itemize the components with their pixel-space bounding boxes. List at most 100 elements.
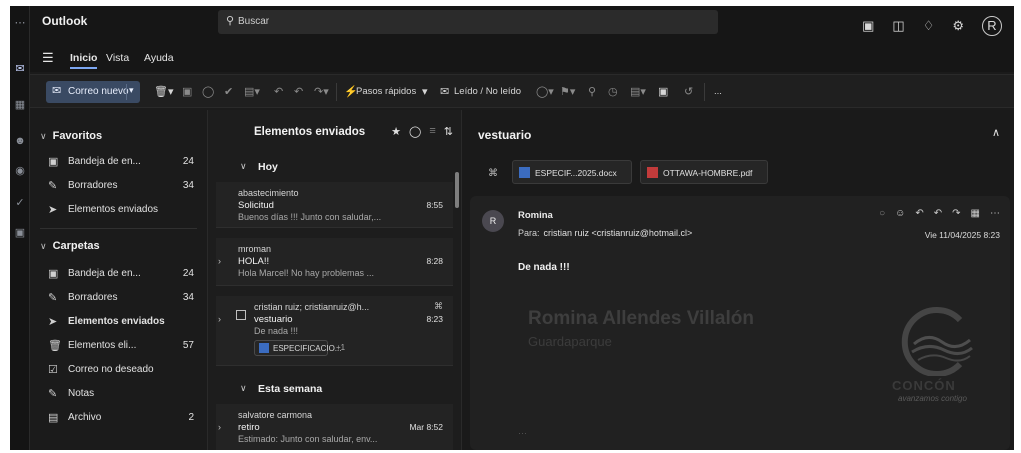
select-icon[interactable]: ◯ [409, 125, 421, 138]
chevron-up-icon[interactable]: ∧ [992, 126, 1000, 139]
attachment-more[interactable]: +1 [336, 343, 345, 352]
folder-label: Correo no deseado [68, 364, 154, 375]
sender-name[interactable]: Romina [518, 210, 553, 221]
app-title: Outlook [42, 14, 88, 28]
folder-inbox[interactable]: ▣ Bandeja de en... 24 [48, 266, 200, 284]
search-icon: ⚲ [226, 15, 235, 27]
report-icon[interactable]: ◯ [202, 85, 214, 98]
favorites-header[interactable]: ∨ Favoritos [40, 130, 102, 142]
app-launcher-icon[interactable]: ⋯ [13, 16, 27, 30]
reply-all-icon[interactable]: ↶ [934, 208, 942, 219]
tag-icon[interactable]: ◯▾ [536, 85, 554, 98]
undo-icon[interactable]: ↺ [684, 85, 693, 98]
new-mail-button[interactable]: ✉ Correo nuevo ▾ [46, 81, 140, 103]
email-body: De nada !!! [518, 262, 570, 273]
favorite-star-icon[interactable]: ★ [391, 125, 401, 138]
grid-icon[interactable]: ▦ [971, 208, 980, 219]
move-to-icon[interactable]: ▤▾ [244, 85, 260, 98]
folder-drafts[interactable]: ✎ Borradores 34 [48, 290, 200, 308]
email-subject: vestuario [478, 128, 532, 142]
apps-icon[interactable]: ▣ [13, 226, 27, 240]
chevron-down-icon[interactable]: ▾ [422, 85, 428, 98]
sort-icon[interactable]: ⇅ [444, 125, 453, 138]
group-this-week[interactable]: ∨ Esta semana [208, 378, 461, 400]
tab-vista[interactable]: Vista [106, 52, 129, 64]
folder-junk[interactable]: ☑ Correo no deseado [48, 362, 200, 380]
forward-icon[interactable]: ↷▾ [314, 85, 329, 98]
flag-icon[interactable]: ⚑▾ [560, 85, 575, 98]
chevron-down-icon: ∨ [240, 383, 247, 393]
settings-gear-icon[interactable]: ⚙ [952, 18, 964, 34]
emoji-icon[interactable]: ☺ [895, 208, 905, 219]
attachment-pdf[interactable]: OTTAWA-HOMBRE.pdf [640, 160, 768, 184]
to-label: Para: [518, 228, 540, 238]
folder-divider [40, 228, 197, 229]
search-placeholder[interactable]: Buscar [238, 16, 269, 27]
chevron-down-icon[interactable]: ▾ [129, 85, 134, 96]
message-sender: salvatore carmona [238, 410, 313, 420]
archive-icon[interactable]: ▣ [182, 85, 192, 98]
chevron-right-icon[interactable]: › [218, 256, 221, 266]
message-item-selected[interactable]: › cristian ruiz; cristianruiz@h... ⌘ ves… [216, 296, 453, 366]
send-icon: ➤ [48, 204, 58, 216]
read-unread-icon[interactable]: ✉ [440, 85, 449, 98]
chevron-right-icon[interactable]: › [218, 314, 221, 324]
rules-icon[interactable]: ▤▾ [630, 85, 646, 98]
more-options-button[interactable]: ... [714, 86, 722, 97]
snooze-icon[interactable]: ◷ [608, 85, 618, 98]
tasks-icon[interactable]: ✓ [13, 196, 27, 210]
menu-tabs: ☰ Inicio Vista Ayuda [30, 46, 1014, 72]
mail-icon[interactable]: ✉ [13, 62, 27, 76]
hamburger-menu-icon[interactable]: ☰ [42, 50, 54, 66]
show-more-icon[interactable]: ··· [518, 428, 527, 438]
favorite-drafts[interactable]: ✎ Borradores 34 [48, 178, 200, 196]
reply-icon[interactable]: ↶ [915, 208, 923, 219]
tab-inicio[interactable]: Inicio [70, 52, 98, 69]
logo-emblem-icon [901, 307, 973, 376]
folders-header[interactable]: ∨ Carpetas [40, 240, 100, 252]
calendar-icon[interactable]: ▦ [13, 98, 27, 112]
new-mail-label: Correo nuevo [68, 86, 129, 97]
people-icon[interactable]: ☻ [13, 134, 27, 148]
favorite-sent[interactable]: ➤ Elementos enviados [48, 202, 200, 220]
folder-archive[interactable]: ▤ Archivo 2 [48, 410, 200, 428]
print-icon[interactable]: ▣ [658, 85, 668, 98]
folder-sent[interactable]: ➤ Elementos enviados [48, 314, 200, 332]
message-item[interactable]: abastecimiento Solicitud 8:55 Buenos día… [216, 182, 453, 228]
select-checkbox[interactable] [236, 310, 246, 320]
logo-tagline: avanzamos contigo [898, 394, 967, 403]
word-doc-icon [259, 343, 269, 353]
sender-avatar[interactable]: R [482, 210, 504, 232]
apps-icon[interactable]: ○ [879, 208, 885, 219]
reply-all-icon[interactable]: ↶ [294, 85, 303, 98]
groups-icon[interactable]: ◉ [13, 164, 27, 178]
folder-deleted[interactable]: 🗑 Elementos eli... 57 [48, 338, 200, 356]
account-avatar[interactable]: R [982, 16, 1002, 36]
message-item[interactable]: › mroman HOLA!! 8:28 Hola Marcel! No hay… [216, 238, 453, 286]
forward-icon[interactable]: ↷ [952, 208, 960, 219]
more-icon[interactable]: ⋯ [990, 208, 1000, 219]
favorite-inbox[interactable]: ▣ Bandeja de en... 24 [48, 154, 200, 172]
feedback-icon[interactable]: ◫ [892, 18, 904, 34]
reply-icon[interactable]: ↶ [274, 85, 283, 98]
notification-bell-icon[interactable]: ♢ [923, 18, 935, 34]
attachment-chip[interactable]: ESPECIFICACIO... [254, 340, 341, 356]
delete-icon[interactable]: 🗑▾ [154, 85, 174, 98]
sweep-icon[interactable]: ✔ [224, 85, 233, 98]
inbox-icon: ▣ [48, 268, 59, 280]
tab-ayuda[interactable]: Ayuda [144, 52, 174, 64]
quick-steps-button[interactable]: Pasos rápidos [356, 86, 416, 97]
search-box[interactable]: ⚲ Buscar [218, 10, 718, 34]
chevron-right-icon[interactable]: › [218, 422, 221, 432]
recipient[interactable]: cristian ruiz <cristianruiz@hotmail.cl> [544, 228, 693, 238]
pin-icon[interactable]: ⚲ [588, 85, 596, 98]
message-item[interactable]: › salvatore carmona retiro Mar 8:52 Esti… [216, 404, 453, 450]
read-unread-button[interactable]: Leído / No leído [454, 86, 521, 97]
folder-notes[interactable]: ✎ Notas [48, 386, 200, 404]
folder-label: Borradores [68, 180, 118, 191]
filter-icon[interactable]: ≡ [429, 125, 435, 138]
message-subject: HOLA!! [238, 256, 270, 267]
teams-icon[interactable]: ▣ [862, 18, 874, 34]
attachment-docx[interactable]: ESPECIF...2025.docx [512, 160, 632, 184]
group-today[interactable]: ∨ Hoy [208, 156, 461, 178]
